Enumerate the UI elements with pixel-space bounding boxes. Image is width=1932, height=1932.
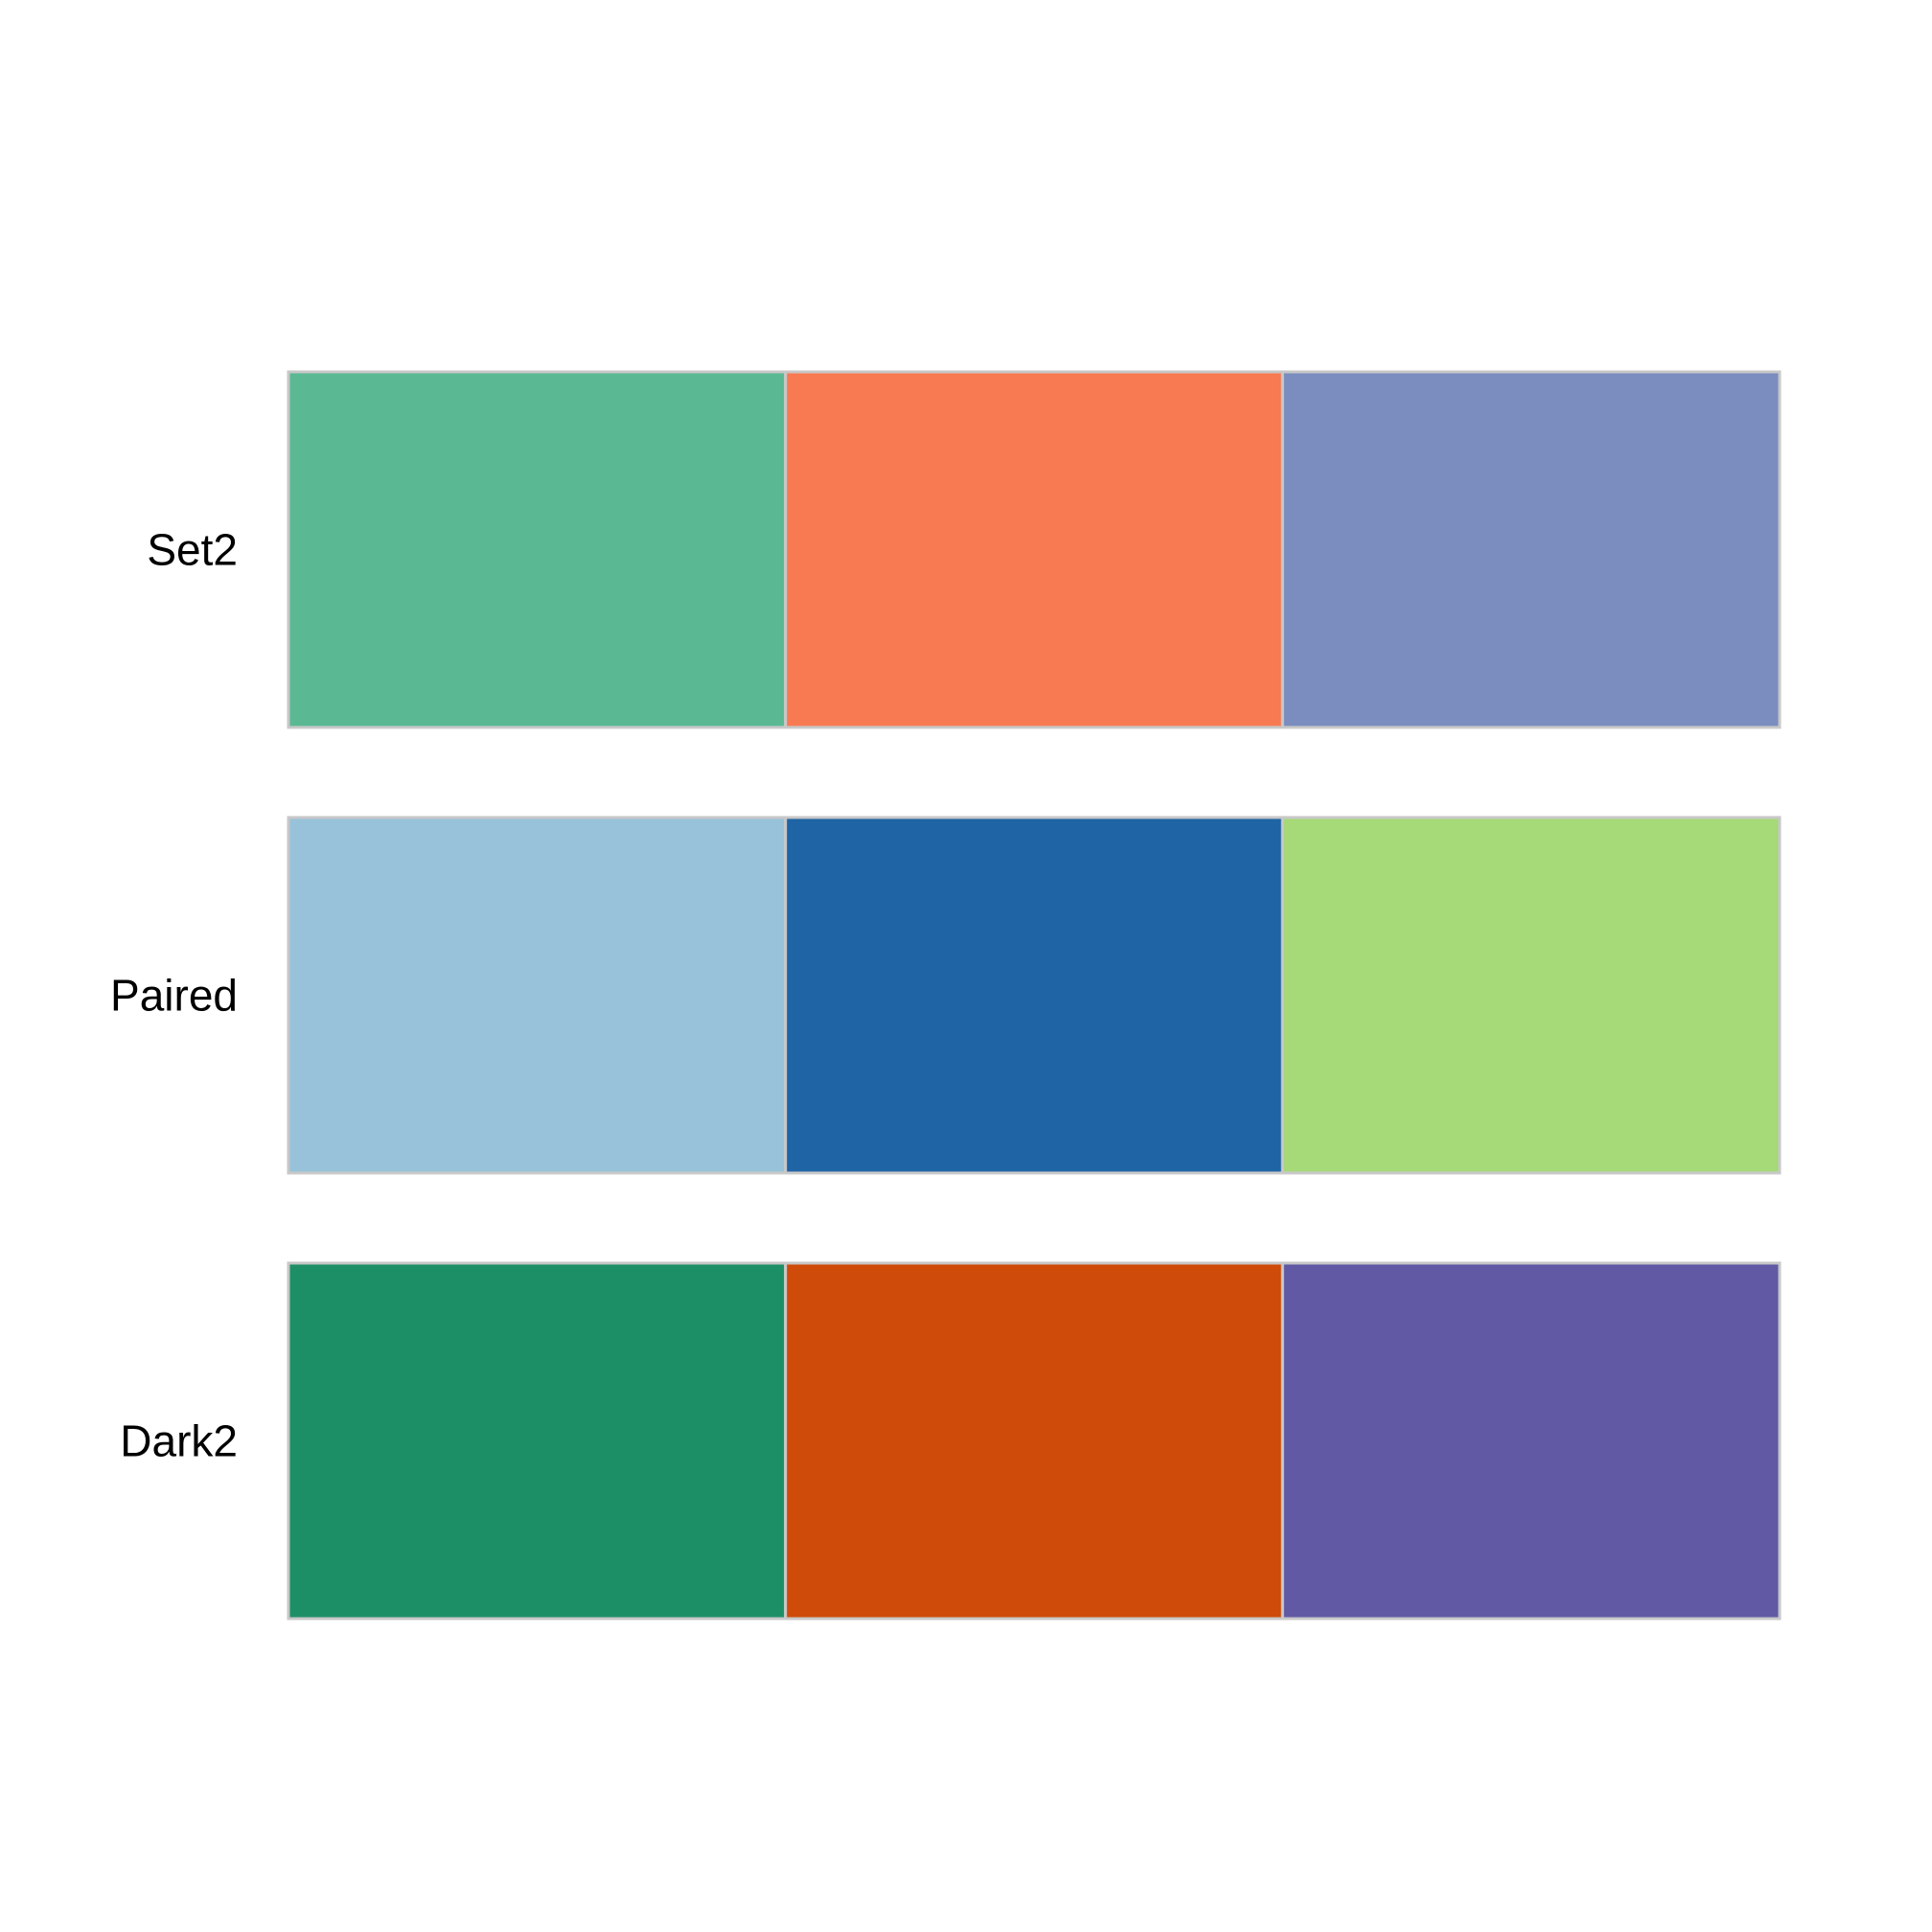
palette-row-set2: Set2	[147, 370, 1782, 729]
palette-rows: Set2 Paired Dark2	[110, 370, 1782, 1621]
palette-label: Set2	[147, 525, 238, 575]
color-swatch	[1280, 816, 1782, 1175]
color-swatch	[287, 370, 788, 729]
palette-row-dark2: Dark2	[120, 1261, 1782, 1621]
color-swatch	[784, 1261, 1284, 1621]
palette-label: Dark2	[120, 1416, 238, 1466]
color-swatch	[287, 1261, 788, 1621]
palette-label: Paired	[110, 971, 238, 1021]
palette-row-paired: Paired	[110, 816, 1782, 1175]
color-swatch	[784, 370, 1284, 729]
palette-swatch-chart: Set2 Paired Dark2	[0, 0, 1932, 1932]
color-swatch	[1280, 1261, 1782, 1621]
color-swatch	[287, 816, 788, 1175]
color-swatch	[784, 816, 1284, 1175]
color-swatch	[1280, 370, 1782, 729]
